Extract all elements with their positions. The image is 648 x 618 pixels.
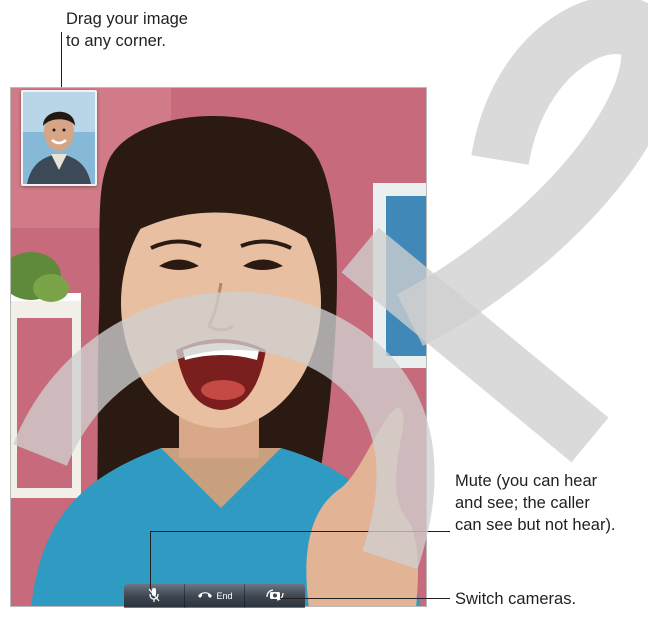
switch-cameras-button[interactable] — [245, 584, 305, 608]
call-controls-bar: End — [124, 584, 305, 608]
leader-line-mute-drop — [150, 531, 151, 589]
leader-line-drag — [61, 32, 62, 90]
end-call-label: End — [216, 591, 233, 601]
callout-mute: Mute (you can hear and see; the caller c… — [455, 472, 616, 534]
callout-drag-image: Drag your image to any corner. — [66, 10, 188, 50]
mute-button[interactable] — [124, 584, 185, 608]
microphone-slash-icon — [148, 587, 160, 605]
leader-line-switch — [280, 598, 450, 599]
callout-switch-cameras: Switch cameras. — [455, 590, 577, 608]
camera-rotate-icon — [265, 589, 285, 603]
leader-line-mute — [150, 531, 450, 532]
self-view-pip[interactable] — [21, 90, 97, 186]
self-view-image — [23, 92, 95, 184]
phone-hang-up-icon — [197, 590, 213, 602]
end-call-button[interactable]: End — [185, 584, 246, 608]
